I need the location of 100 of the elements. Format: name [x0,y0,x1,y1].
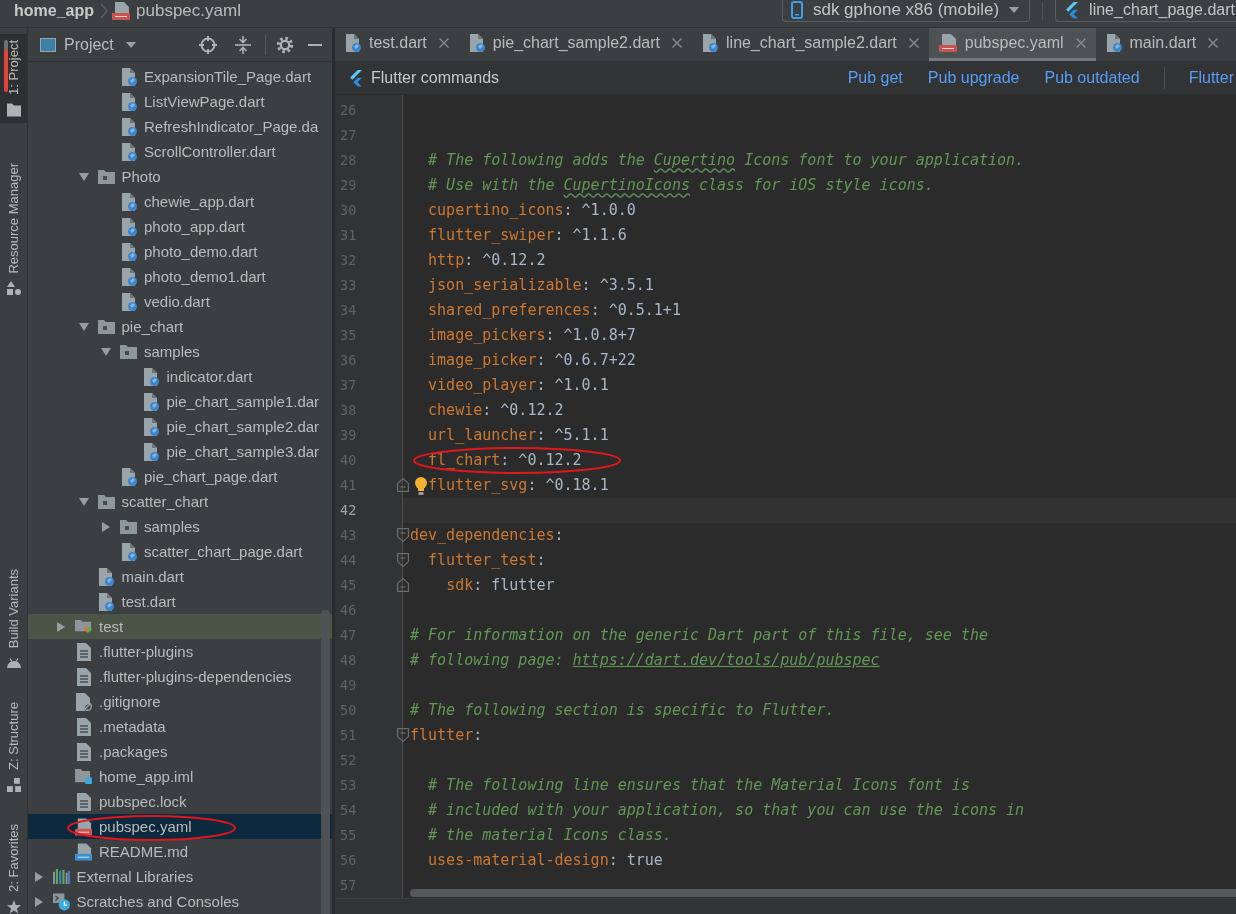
folder-icon [6,102,21,117]
tree-item-label: test.dart [121,593,176,610]
tool-window-button[interactable]: 1: Project [0,34,27,123]
tree-item[interactable]: photo_demo1.dart [28,264,332,289]
editor-tab[interactable]: test.dart [335,28,459,61]
code-line: sdk: flutter [446,575,555,594]
collapsed-arrow-icon[interactable] [34,871,43,882]
tree-item[interactable]: vedio.dart [28,289,332,314]
tree-item[interactable]: pie_chart_page.dart [28,464,332,489]
expanded-arrow-icon[interactable] [78,497,89,506]
tree-item[interactable]: photo_app.dart [28,214,332,239]
minimize-icon[interactable] [308,43,322,46]
tree-item[interactable]: scatter_chart_page.dart [28,539,332,564]
tool-window-button[interactable]: Resource Manager [0,156,27,302]
command-link[interactable]: Pub outdated [1044,69,1140,87]
tree-item[interactable]: Photo [28,164,332,189]
editor-tab[interactable]: pubspec.yaml [928,28,1096,61]
lightbulb-icon[interactable] [415,476,427,495]
tree-item-label: ScrollController.dart [144,143,276,160]
tree-item-label: samples [144,518,200,535]
tree-item[interactable]: main.dart [28,564,332,589]
dart-file-icon [120,292,137,311]
fold-marker-icon[interactable] [397,528,409,542]
scrollbar-thumb[interactable] [321,610,330,914]
breadcrumb-item[interactable]: home_app [14,1,94,20]
tool-window-button[interactable]: Build Variants [0,566,27,671]
settings-icon[interactable] [276,35,294,54]
command-link[interactable]: Pub upgrade [927,69,1020,87]
code-line: dev_dependencies: [410,525,564,544]
tree-item[interactable]: ScrollController.dart [28,139,332,164]
view-selector[interactable]: Project [40,35,136,54]
collapsed-arrow-icon[interactable] [57,621,65,632]
blocks-icon [6,778,21,793]
expanded-arrow-icon[interactable] [78,322,89,331]
collapsed-arrow-icon[interactable] [102,521,110,532]
tree-item-label: vedio.dart [144,293,210,310]
dart-file-icon [1105,34,1122,52]
tree-item[interactable]: pubspec.lock [28,789,332,814]
editor-tab[interactable]: line_chart_sample2.dart [692,28,929,61]
tree-item[interactable]: photo_demo.dart [28,239,332,264]
code-line: url_launcher: ^5.1.1 [428,425,609,444]
tree-item[interactable]: .flutter-plugins-dependencies [28,664,332,689]
command-link[interactable]: Flutter [1188,69,1234,87]
dart-file-icon [120,92,137,111]
tree-item-label: .gitignore [99,693,161,710]
tree-item[interactable]: samples [28,339,332,364]
tree-item[interactable]: Scratches and Consoles [28,889,332,914]
folder-icon [97,169,115,184]
tree-item[interactable]: ListViewPage.dart [28,89,332,114]
expanded-arrow-icon[interactable] [101,347,111,356]
tree-item[interactable]: External Libraries [28,864,332,889]
tree-item[interactable]: .metadata [28,714,332,739]
tree-item[interactable]: README.md [28,839,332,864]
tree-item[interactable]: test [28,614,332,639]
tree-item[interactable]: chewie_app.dart [28,189,332,214]
fold-end-marker-icon[interactable] [397,578,409,592]
fold-end-marker-icon[interactable] [397,478,409,492]
tree-item[interactable]: RefreshIndicator_Page.da [28,114,332,139]
collapsed-arrow-icon[interactable] [34,896,43,907]
scrollbar-thumb[interactable] [410,889,1236,897]
tree-item[interactable]: test.dart [28,589,332,614]
flutter-logo-icon [349,69,363,87]
close-icon[interactable] [1075,38,1086,48]
tree-item[interactable]: .packages [28,739,332,764]
code-line: http: ^0.12.2 [428,250,546,269]
editor-tab[interactable]: main.dart [1095,28,1229,61]
code-line: image_picker: ^0.6.7+22 [428,350,636,369]
fold-marker-icon[interactable] [397,728,409,742]
tree-item[interactable]: .flutter-plugins [28,639,332,664]
tree-item[interactable]: ExpansionTile_Page.dart [28,64,332,89]
close-icon[interactable] [908,38,919,48]
tree-item[interactable]: pubspec.yaml [28,814,332,839]
tree-item-label: .flutter-plugins [99,643,194,660]
tree-item[interactable]: scatter_chart [28,489,332,514]
tool-window-button[interactable]: Z: Structure [0,700,27,793]
collapse-all-icon[interactable] [234,35,252,54]
breadcrumb-item[interactable]: pubspec.yaml [112,0,241,21]
editor-tab[interactable]: pie_chart_sample2.dart [458,28,693,61]
tree-item[interactable]: pie_chart [28,314,332,339]
tree-item[interactable]: pie_chart_sample1.dar [28,389,332,414]
command-link[interactable]: Pub get [847,69,903,87]
fold-marker-icon[interactable] [397,553,409,567]
url-link[interactable]: https://dart.dev/tools/pub/pubspec [572,650,880,669]
crosshair-icon[interactable] [199,35,217,54]
dart-file-icon [98,567,114,586]
close-icon[interactable] [438,38,449,48]
tree-item[interactable]: indicator.dart [28,364,332,389]
tool-window-button[interactable]: 2: Favorites [0,822,27,914]
tree-item[interactable]: pie_chart_sample3.dar [28,439,332,464]
tree-item[interactable]: .gitignore [28,689,332,714]
tree-item[interactable]: pie_chart_sample2.dar [28,414,332,439]
tree-item[interactable]: samples [28,514,332,539]
folder-icon [120,344,137,359]
close-icon[interactable] [1208,38,1219,48]
run-config-selector[interactable]: line_chart_page.dart [1055,0,1236,22]
device-selector[interactable]: sdk gphone x86 (mobile) [781,0,1031,22]
tree-item[interactable]: home_app.iml [28,764,332,789]
close-icon[interactable] [672,38,683,48]
dart-file-icon [143,392,159,411]
expanded-arrow-icon[interactable] [78,172,89,181]
